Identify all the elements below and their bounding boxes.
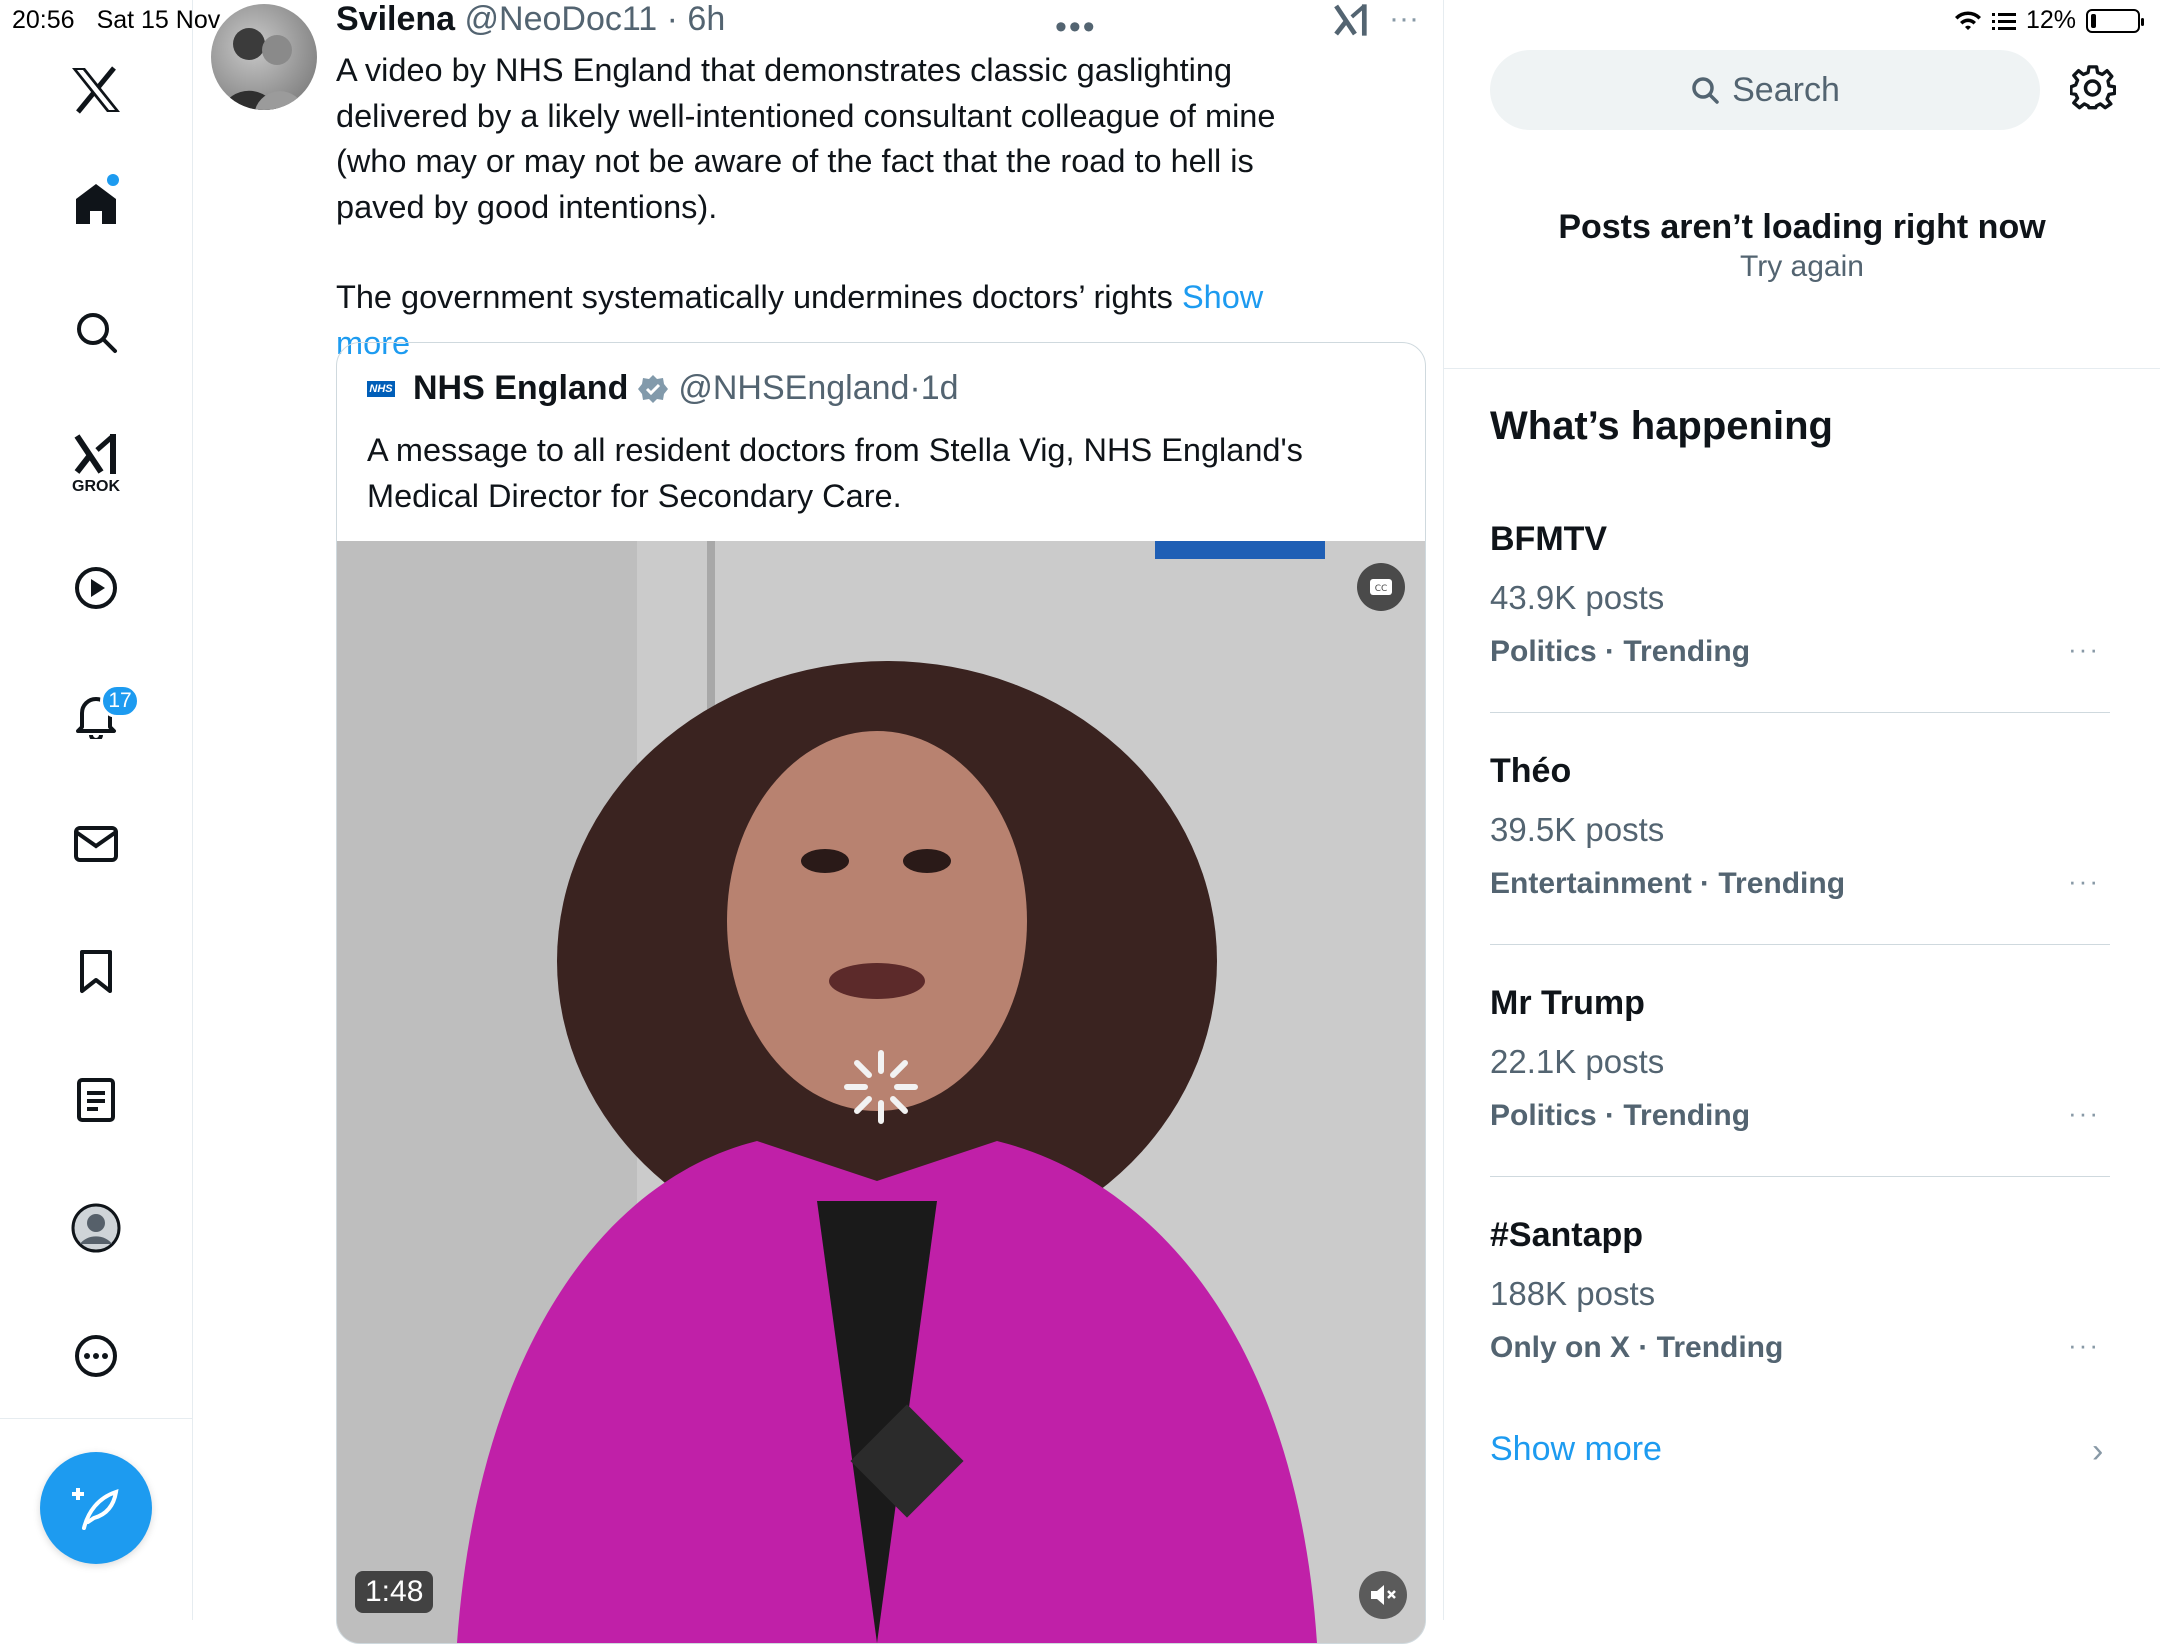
trend-name: Théo: [1490, 752, 1572, 790]
right-sidebar: Search Posts aren’t loading right now Tr…: [1444, 0, 2160, 1620]
search-placeholder: Search: [1732, 70, 1840, 109]
bookmark-icon: [80, 950, 112, 993]
trend-divider: [1490, 944, 2110, 945]
post-author-name[interactable]: Svilena: [336, 0, 455, 38]
home-icon: [76, 184, 116, 224]
right-divider: [1444, 368, 2160, 369]
sidebar-item-profile[interactable]: [68, 1200, 124, 1256]
speaker-muted-icon: [1371, 1585, 1396, 1605]
search-icon: [77, 313, 117, 353]
trend-item[interactable]: Mr Trump 22.1K posts Politics · Trending…: [1490, 984, 2110, 1133]
quoted-post-header: NHS NHS England @NHSEngland · 1d: [367, 369, 959, 408]
post-more-icon[interactable]: ···: [1389, 2, 1419, 36]
trend-posts: 43.9K posts: [1490, 579, 1665, 616]
trend-item[interactable]: Théo 39.5K posts Entertainment · Trendin…: [1490, 752, 2110, 901]
trend-more-icon[interactable]: ···: [2068, 634, 2100, 665]
trend-more-icon[interactable]: ···: [2068, 1330, 2100, 1361]
video-duration-badge: 1:48: [355, 1571, 434, 1613]
chevron-right-icon[interactable]: ›: [2092, 1432, 2103, 1471]
post-author-line: Svilena @NeoDoc11 · 6h: [336, 0, 725, 39]
compose-feather-icon: [72, 1488, 119, 1530]
mute-button[interactable]: [1359, 1571, 1407, 1619]
svg-text:CC: CC: [1375, 584, 1388, 594]
mail-icon: [74, 826, 118, 862]
post-paragraph-1: A video by NHS England that demonstrates…: [336, 52, 1276, 225]
video-frame-image: [337, 541, 1425, 1643]
try-again-link[interactable]: Try again: [1444, 250, 2160, 284]
trend-name: BFMTV: [1490, 520, 1608, 558]
post-author-avatar[interactable]: [211, 4, 317, 110]
captions-button[interactable]: CC: [1357, 563, 1405, 611]
gear-icon: [2069, 65, 2117, 110]
list-document-icon: [77, 1078, 115, 1122]
quoted-author-handle[interactable]: @NHSEngland: [678, 369, 909, 408]
trend-divider: [1490, 712, 2110, 713]
grok-icon: [74, 434, 116, 474]
separator-dot: ·: [657, 0, 688, 38]
trend-item[interactable]: #Santapp 188K posts Only on X · Trending…: [1490, 1216, 2110, 1365]
quoted-post-time[interactable]: 1d: [921, 369, 959, 408]
trend-category: Entertainment · Trending: [1490, 867, 1846, 900]
play-icon: [75, 567, 117, 609]
grok-explain-icon[interactable]: [1333, 2, 1369, 43]
post-author-handle[interactable]: @NeoDoc11: [465, 0, 658, 38]
sidebar-item-lists[interactable]: [68, 1072, 124, 1128]
trend-name: Mr Trump: [1490, 984, 1645, 1022]
post-paragraph-2: The government systematically undermines…: [336, 279, 1173, 315]
trend-divider: [1490, 1176, 2110, 1177]
profile-avatar-icon: [71, 1203, 121, 1253]
trend-category: Politics · Trending: [1490, 635, 1751, 668]
x-logo-icon[interactable]: [68, 62, 124, 118]
nhs-logo-avatar[interactable]: NHS: [367, 380, 395, 397]
drag-handle-icon[interactable]: •••: [1055, 8, 1097, 47]
trend-category: Politics · Trending: [1490, 1099, 1751, 1132]
search-icon: [1692, 77, 1719, 104]
post-body: A video by NHS England that demonstrates…: [336, 48, 1336, 366]
trend-posts: 39.5K posts: [1490, 811, 1665, 848]
more-circle-icon: [75, 1335, 117, 1377]
sidebar-item-more[interactable]: [68, 1328, 124, 1384]
captions-icon: CC: [1370, 579, 1392, 595]
sidebar-item-grok[interactable]: GROK: [68, 424, 124, 504]
posts-not-loading-title: Posts aren’t loading right now: [1558, 208, 2046, 246]
trend-name: #Santapp: [1490, 1216, 1644, 1254]
quoted-author-name[interactable]: NHS England: [413, 369, 628, 408]
settings-button[interactable]: [2069, 64, 2117, 115]
trend-posts: 22.1K posts: [1490, 1043, 1665, 1080]
sidebar-item-bookmarks[interactable]: [68, 944, 124, 1000]
trend-more-icon[interactable]: ···: [2068, 1098, 2100, 1129]
timeline-column: Svilena @NeoDoc11 · 6h ••• ··· A video b…: [193, 0, 1444, 1644]
trend-posts: 188K posts: [1490, 1275, 1656, 1312]
video-player[interactable]: CC 1:48: [337, 541, 1425, 1643]
sidebar-item-videos[interactable]: [68, 560, 124, 616]
trend-item[interactable]: BFMTV 43.9K posts Politics · Trending ··…: [1490, 520, 2110, 669]
quoted-separator-dot: ·: [909, 369, 921, 407]
quoted-post-card[interactable]: NHS NHS England @NHSEngland · 1d A message…: [336, 342, 1426, 1644]
sidebar-item-messages[interactable]: [68, 816, 124, 872]
compose-post-button[interactable]: [40, 1452, 152, 1564]
verified-badge-icon: [638, 374, 669, 403]
notifications-badge: 17: [100, 684, 140, 718]
trends-show-more-link[interactable]: Show more: [1490, 1430, 1662, 1469]
grok-label: GROK: [72, 478, 120, 495]
quoted-post-text: A message to all resident doctors from S…: [367, 432, 1303, 514]
post-time[interactable]: 6h: [687, 0, 725, 38]
sidebar-nav: GROK 17: [0, 0, 193, 1620]
search-input[interactable]: Search: [1490, 50, 2040, 130]
home-unread-dot: [107, 174, 119, 186]
trend-more-icon[interactable]: ···: [2068, 866, 2100, 897]
sidebar-divider: [0, 1418, 192, 1419]
trend-category: Only on X · Trending: [1490, 1331, 1784, 1364]
sidebar-item-explore[interactable]: [68, 304, 124, 360]
whats-happening-title: What’s happening: [1490, 404, 1833, 448]
